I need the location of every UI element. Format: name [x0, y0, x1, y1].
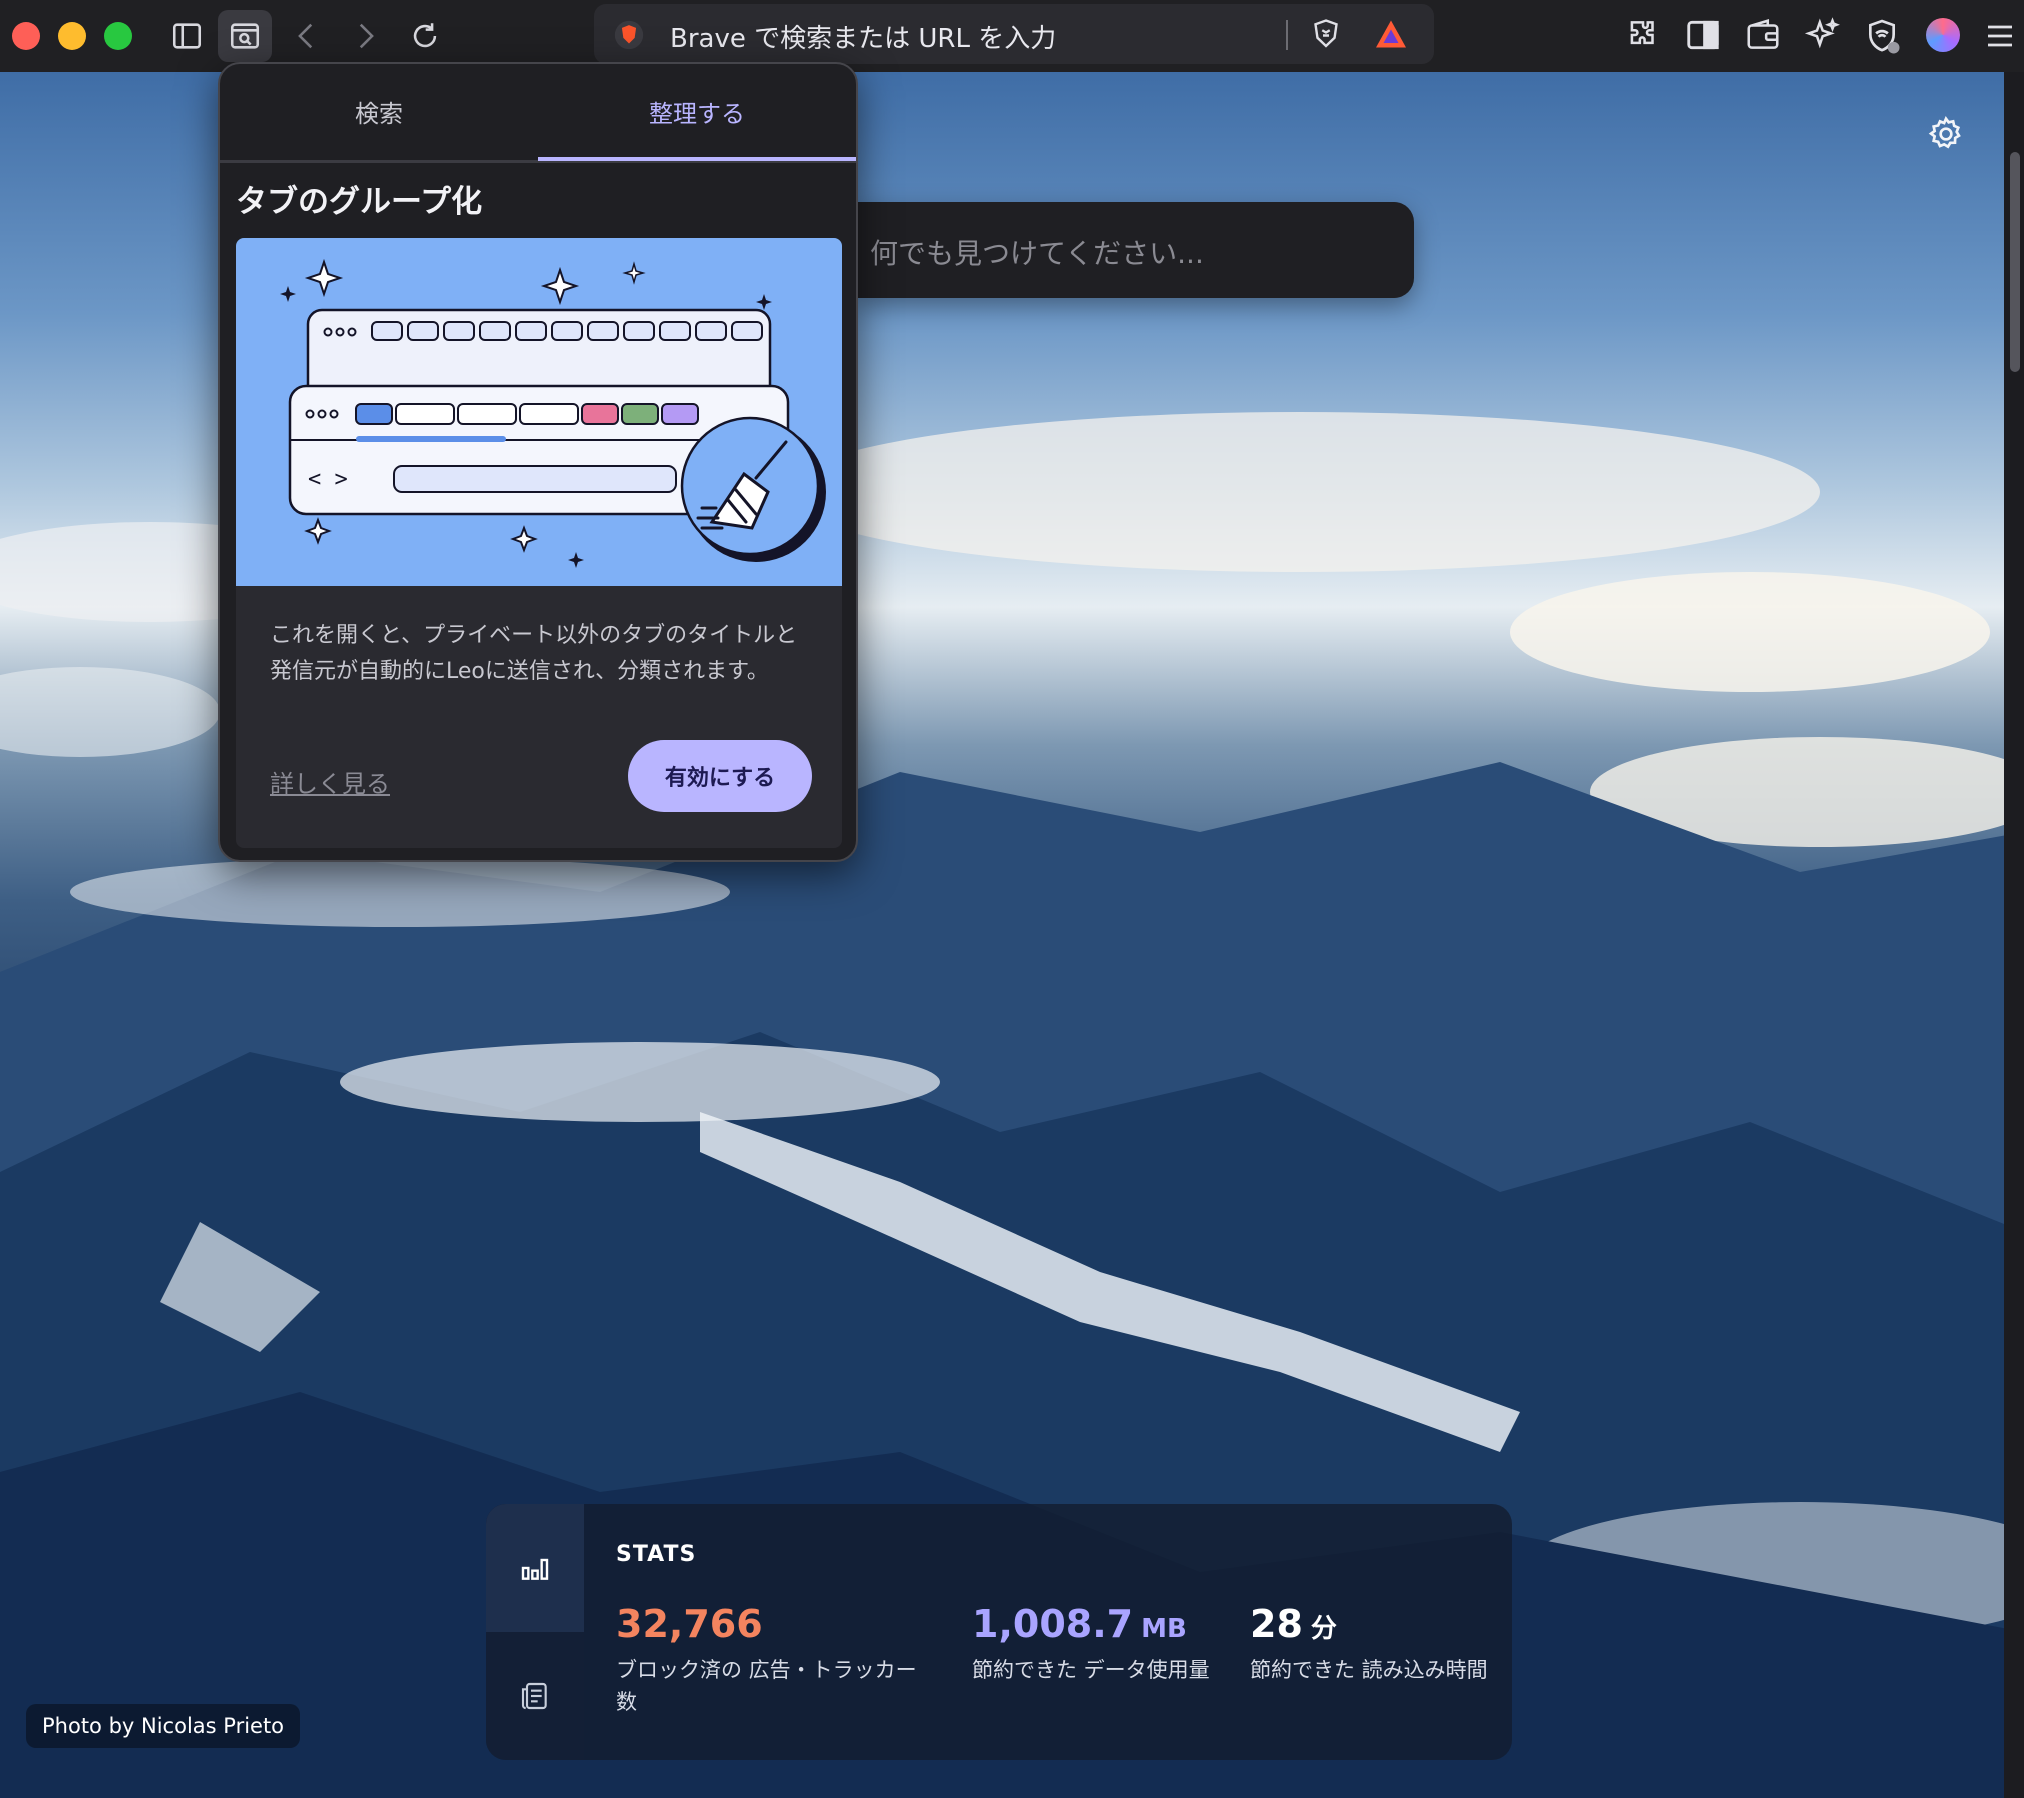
enable-button[interactable]: 有効にする: [628, 740, 812, 812]
scrollbar-thumb[interactable]: [2010, 152, 2020, 372]
page-scrollbar[interactable]: [2004, 72, 2024, 1798]
leo-ai-icon[interactable]: [1804, 16, 1842, 54]
forward-button[interactable]: [338, 10, 392, 62]
side-panel-icon[interactable]: [1684, 16, 1722, 54]
popup-tab-bar: 検索 整理する: [220, 64, 856, 163]
extensions-icon[interactable]: [1624, 16, 1662, 54]
data-saved-label: 節約できた データ使用量: [972, 1658, 1210, 1682]
active-tab-indicator: [538, 157, 856, 161]
tab-search[interactable]: 検索: [220, 94, 538, 129]
time-saved-label: 節約できた 読み込み時間: [1250, 1658, 1488, 1682]
tab-search-icon: [230, 23, 260, 49]
stats-tab[interactable]: [486, 1504, 584, 1632]
tab-grouping-illustration: < >: [236, 238, 842, 586]
news-icon: [521, 1682, 547, 1710]
data-saved-value: 1,008.7 MB: [972, 1602, 1187, 1646]
ads-blocked-value: 32,766: [616, 1602, 763, 1646]
svg-text:< >: < >: [308, 467, 348, 492]
bar-chart-icon: [521, 1558, 549, 1580]
popup-title: タブのグループ化: [236, 184, 483, 220]
learn-more-link[interactable]: 詳しく見る: [270, 764, 390, 799]
sidebar-toggle-button[interactable]: [160, 10, 214, 62]
description-panel: これを開くと、プライベート以外のタブのタイトルと発信元が自動的にLeoに送信され…: [236, 586, 842, 848]
photo-credit[interactable]: Photo by Nicolas Prieto: [26, 1704, 301, 1748]
close-window-button[interactable]: [12, 22, 40, 50]
popup-description: これを開くと、プライベート以外のタブのタイトルと発信元が自動的にLeoに送信され…: [270, 623, 798, 684]
vpn-shield-icon[interactable]: [1862, 16, 1902, 56]
address-bar[interactable]: Brave で検索または URL を入力: [594, 4, 1434, 64]
tab-organizer-popup: 検索 整理する タブのグループ化 < > これを開くと、プライベート以外のタブの…: [218, 62, 858, 862]
back-button[interactable]: [280, 10, 334, 62]
ads-blocked-label: ブロック済の 広告・トラッカー数: [616, 1658, 917, 1714]
stats-side-nav: [486, 1504, 584, 1760]
search-box[interactable]: 何でも見つけてください...: [858, 202, 1414, 298]
brave-rewards-icon[interactable]: [1372, 16, 1410, 52]
profile-avatar[interactable]: [1926, 18, 1960, 52]
address-bar-divider: [1286, 20, 1288, 50]
reload-button[interactable]: [398, 10, 452, 62]
wallet-icon[interactable]: [1744, 16, 1782, 54]
brave-shields-icon[interactable]: [1308, 16, 1344, 52]
time-saved-value: 28 分: [1250, 1602, 1337, 1646]
brave-shield-site-icon: [614, 20, 644, 50]
stats-widget: STATS 32,766 ブロック済の 広告・トラッカー数 1,008.7 MB …: [486, 1504, 1512, 1760]
tab-organize[interactable]: 整理する: [538, 94, 856, 129]
settings-gear-icon[interactable]: [1926, 114, 1966, 154]
chevron-left-icon: [298, 23, 313, 49]
maximize-window-button[interactable]: [104, 22, 132, 50]
sidebar-icon: [172, 23, 202, 49]
news-tab[interactable]: [486, 1632, 584, 1760]
tab-search-button[interactable]: [218, 10, 272, 62]
minimize-window-button[interactable]: [58, 22, 86, 50]
chevron-right-icon: [359, 23, 374, 49]
reload-icon: [413, 23, 437, 48]
stats-title: STATS: [616, 1542, 697, 1567]
menu-icon[interactable]: [1982, 18, 2018, 54]
address-bar-placeholder: Brave で検索または URL を入力: [670, 24, 1057, 54]
search-placeholder: 何でも見つけてください...: [870, 237, 1204, 270]
